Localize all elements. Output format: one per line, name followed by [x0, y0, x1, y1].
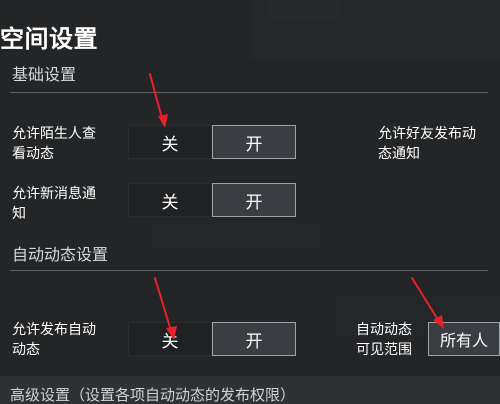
section-header-basic: 基础设置	[12, 65, 77, 84]
auto-post-off-button[interactable]: 关	[128, 322, 212, 356]
stranger-view-label-line2: 看动态	[12, 146, 54, 162]
stranger-view-toggle: 关 开	[128, 125, 296, 159]
auto-post-toggle: 关 开	[128, 322, 296, 356]
new-message-on-button[interactable]: 开	[212, 183, 296, 217]
auto-visibility-dropdown[interactable]: 所有人	[428, 322, 500, 356]
new-message-toggle: 关 开	[128, 183, 296, 217]
section-divider	[10, 92, 488, 93]
auto-post-label: 允许发布自动 动态	[12, 320, 96, 360]
auto-post-on-button[interactable]: 开	[212, 322, 296, 356]
new-message-off-button[interactable]: 关	[128, 183, 212, 217]
page-title: 空间设置	[0, 25, 98, 53]
auto-visibility-label: 自动动态 可见范围	[356, 320, 412, 360]
new-message-label: 允许新消息通 知	[12, 184, 96, 224]
section-header-auto: 自动动态设置	[12, 245, 109, 264]
stranger-view-label: 允许陌生人查 看动态	[12, 124, 96, 164]
stranger-view-label-line1: 允许陌生人查	[12, 126, 96, 142]
friend-notify-label: 允许好友发布动 态通知	[378, 124, 476, 164]
friend-notify-label-line1: 允许好友发布动	[378, 126, 476, 142]
auto-visibility-label-line2: 可见范围	[356, 342, 412, 358]
new-message-label-line1: 允许新消息通	[12, 186, 96, 202]
section-header-advanced[interactable]: 高级设置（设置各项自动动态的发布权限）	[10, 385, 295, 404]
auto-post-label-line2: 动态	[12, 342, 40, 358]
stranger-view-off-button[interactable]: 关	[128, 125, 212, 159]
settings-panel: 空间设置 基础设置 允许陌生人查 看动态 关 开 允许好友发布动 态通知 允许新…	[0, 0, 500, 404]
auto-post-label-line1: 允许发布自动	[12, 322, 96, 338]
new-message-label-line2: 知	[12, 206, 26, 222]
section-divider	[10, 270, 488, 271]
auto-visibility-label-line1: 自动动态	[356, 322, 412, 338]
friend-notify-label-line2: 态通知	[378, 146, 420, 162]
stranger-view-on-button[interactable]: 开	[212, 125, 296, 159]
